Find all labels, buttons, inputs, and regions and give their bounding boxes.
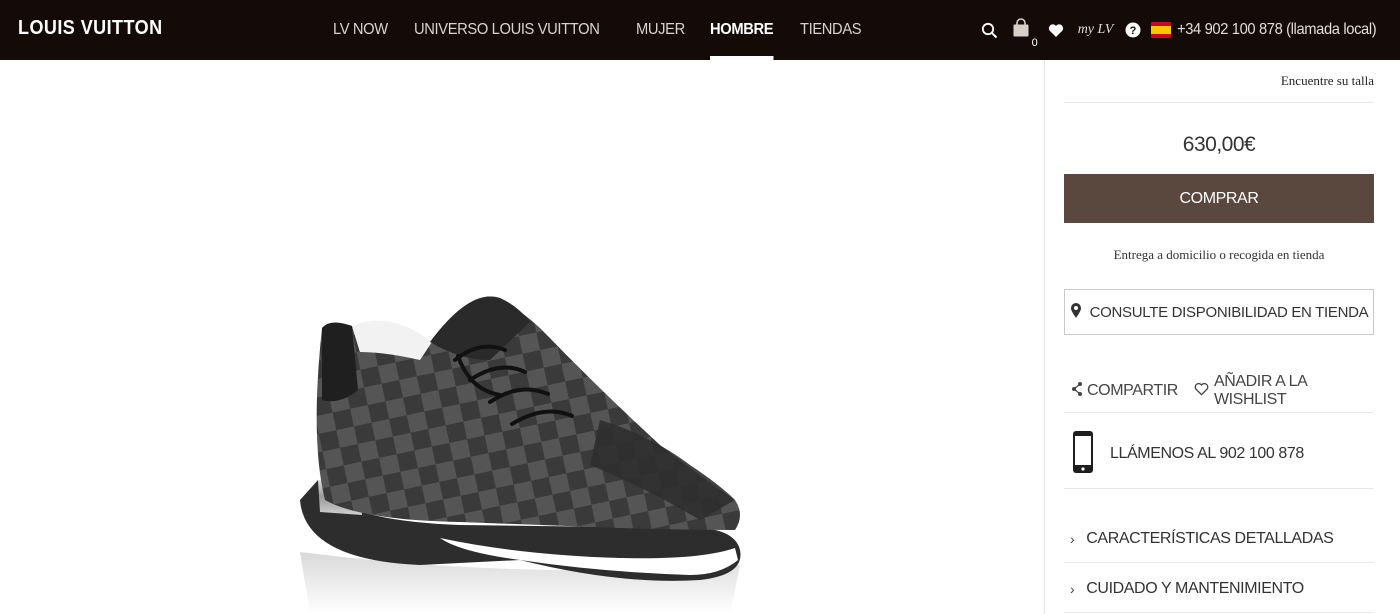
- delivery-note: Entrega a domicilio o recogida en tienda: [1113, 247, 1325, 262]
- call-us-button[interactable]: LLÁMENOS AL 902 100 878: [1064, 426, 1374, 482]
- brand-logo[interactable]: LOUIS VUITTON: [18, 17, 163, 40]
- divider: [1064, 102, 1374, 103]
- share-icon: [1072, 381, 1087, 402]
- top-navigation-bar: LOUIS VUITTON LV NOW UNIVERSO LOUIS VUIT…: [0, 0, 1400, 60]
- accordion-care[interactable]: › CUIDADO Y MANTENIMIENTO: [1064, 566, 1374, 612]
- shopping-bag-button[interactable]: 0: [1012, 17, 1038, 49]
- wishlist-button[interactable]: AÑADIR A LA WISHLIST: [1194, 373, 1366, 409]
- store-availability-button[interactable]: CONSULTE DISPONIBILIDAD EN TIENDA: [1064, 289, 1374, 335]
- wishlist-label: AÑADIR A LA WISHLIST: [1213, 373, 1307, 408]
- store-availability-label: CONSULTE DISPONIBILIDAD EN TIENDA: [1089, 303, 1369, 321]
- buy-button[interactable]: COMPRAR: [1064, 174, 1374, 223]
- svg-text:?: ?: [1130, 25, 1137, 37]
- nav-item-mujer[interactable]: MUJER: [636, 0, 685, 60]
- share-label: COMPARTIR: [1087, 382, 1178, 399]
- nav-item-tiendas[interactable]: TIENDAS: [800, 0, 862, 60]
- size-guide-link[interactable]: Encuentre su talla: [1281, 73, 1374, 89]
- product-panel: Encuentre su talla 630,00€ COMPRAR Entre…: [1064, 60, 1374, 614]
- divider: [1064, 562, 1374, 563]
- sneaker-image[interactable]: [0, 60, 1044, 614]
- main-nav: LV NOW UNIVERSO LOUIS VUITTON MUJER HOMB…: [333, 0, 888, 60]
- help-icon[interactable]: ?: [1125, 22, 1141, 38]
- divider: [1064, 612, 1374, 613]
- header-tools: 0 my LV ? +34 902 100 878 (llamada local…: [981, 0, 1400, 60]
- bag-count: 0: [1031, 36, 1038, 49]
- column-divider: [1044, 60, 1045, 614]
- nav-item-lv-now[interactable]: LV NOW: [333, 0, 388, 60]
- heart-outline-icon: [1194, 382, 1214, 401]
- search-icon[interactable]: [981, 22, 998, 39]
- product-price: 630,00€: [1182, 133, 1256, 156]
- my-lv-icon[interactable]: my LV: [1078, 22, 1114, 38]
- share-wishlist-row: COMPARTIR AÑADIR A LA WISHLIST: [1064, 373, 1374, 409]
- accordion-care-label: CUIDADO Y MANTENIMIENTO: [1086, 580, 1304, 597]
- header-phone[interactable]: +34 902 100 878 (llamada local): [1177, 21, 1377, 39]
- share-button[interactable]: COMPARTIR: [1072, 373, 1178, 409]
- nav-item-universo[interactable]: UNIVERSO LOUIS VUITTON: [414, 0, 600, 60]
- heart-icon[interactable]: [1048, 23, 1064, 38]
- mobile-phone-icon: [1064, 430, 1110, 479]
- chevron-right-icon: ›: [1070, 581, 1075, 597]
- location-pin-icon: [1070, 302, 1090, 323]
- accordion-details-label: CARACTERÍSTICAS DETALLADAS: [1086, 530, 1334, 547]
- product-image-area: [0, 60, 1044, 614]
- chevron-right-icon: ›: [1070, 531, 1075, 547]
- spain-flag-icon[interactable]: [1151, 22, 1172, 38]
- accordion-details[interactable]: › CARACTERÍSTICAS DETALLADAS: [1064, 516, 1374, 562]
- bag-icon: [1012, 17, 1030, 43]
- divider: [1064, 412, 1374, 413]
- nav-item-hombre[interactable]: HOMBRE: [710, 0, 774, 60]
- call-us-label: LLÁMENOS AL 902 100 878: [1110, 445, 1304, 462]
- divider: [1064, 488, 1374, 489]
